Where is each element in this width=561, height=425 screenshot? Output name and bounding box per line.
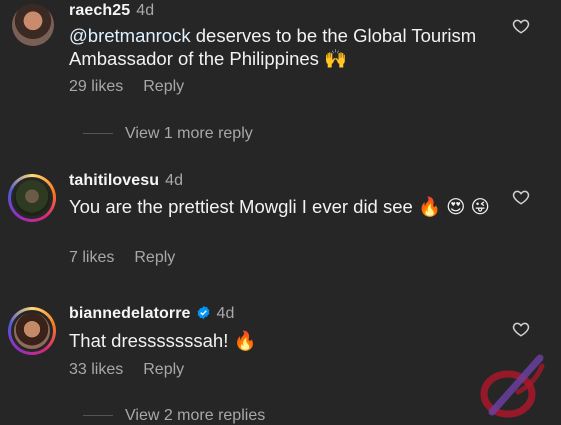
heart-outline-icon[interactable] [512, 188, 530, 206]
avatar-image [11, 310, 53, 352]
divider-line [83, 415, 113, 417]
view-replies-button[interactable]: View 1 more reply [83, 125, 253, 143]
comment-time: 4d [216, 305, 235, 322]
comment-text: @bretmanrock deserves to be the Global T… [69, 24, 499, 70]
divider-line [83, 133, 113, 135]
verified-badge-icon [197, 305, 209, 320]
username-text[interactable]: tahitilovesu [69, 172, 159, 189]
reply-button[interactable]: Reply [134, 249, 175, 266]
avatar[interactable] [8, 174, 56, 222]
avatar[interactable] [12, 4, 54, 46]
watermark-logo [480, 354, 545, 418]
reply-button[interactable]: Reply [143, 78, 184, 95]
comment-username[interactable]: raech25 4d [69, 2, 154, 20]
view-replies-label[interactable]: View 1 more reply [125, 125, 253, 142]
comment-body: That dresssssssah! 🔥 [69, 330, 257, 351]
comment-time: 4d [136, 2, 155, 19]
comment-meta: 29 likes Reply [69, 78, 184, 96]
likes-count[interactable]: 7 likes [69, 249, 114, 266]
comment-username[interactable]: tahitilovesu 4d [69, 172, 183, 190]
username-text[interactable]: biannedelatorre [69, 305, 191, 322]
comment-username[interactable]: biannedelatorre 4d [69, 305, 235, 323]
likes-count[interactable]: 33 likes [69, 361, 123, 378]
reply-button[interactable]: Reply [143, 361, 184, 378]
heart-outline-icon[interactable] [512, 17, 530, 35]
comment-meta: 7 likes Reply [69, 249, 175, 267]
comment-text: You are the prettiest Mowgli I ever did … [69, 195, 499, 218]
likes-count[interactable]: 29 likes [69, 78, 123, 95]
heart-outline-icon[interactable] [512, 320, 530, 338]
comment-meta: 33 likes Reply [69, 361, 184, 379]
comment-time: 4d [165, 172, 184, 189]
avatar[interactable] [8, 307, 56, 355]
comment-text: That dresssssssah! 🔥 [69, 329, 499, 352]
username-text[interactable]: raech25 [69, 2, 130, 19]
view-replies-label[interactable]: View 2 more replies [125, 407, 265, 424]
avatar-image [11, 177, 53, 219]
view-replies-button[interactable]: View 2 more replies [83, 407, 265, 425]
mention-link[interactable]: @bretmanrock [69, 25, 191, 46]
comment-body: You are the prettiest Mowgli I ever did … [69, 196, 490, 217]
